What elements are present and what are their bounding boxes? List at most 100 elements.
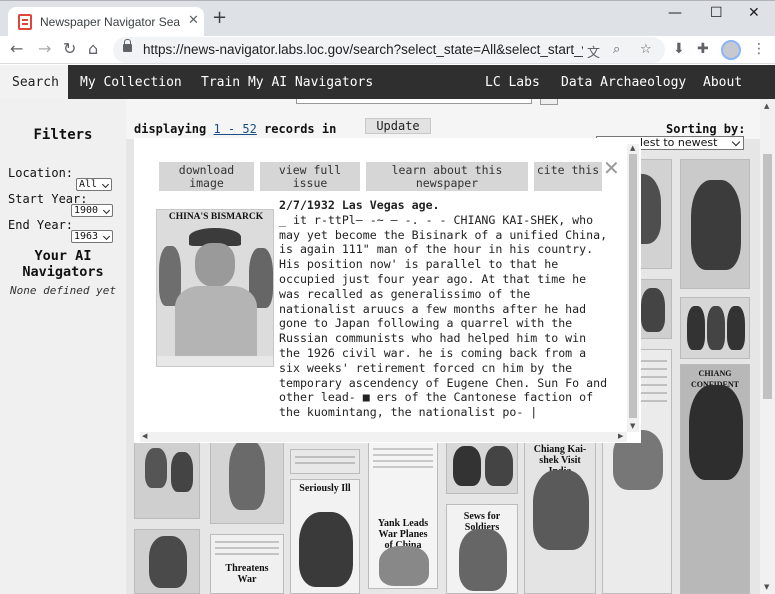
modal-scrollbar[interactable]: ▲ ▼ <box>627 144 639 432</box>
thumbnail-photo <box>229 440 265 510</box>
portrait-face <box>195 243 235 287</box>
url-text[interactable]: https://news-navigator.labs.loc.gov/sear… <box>143 42 583 57</box>
result-thumbnail[interactable]: CHIANG CONFIDENT <box>680 364 750 594</box>
forward-arrow-icon[interactable]: → <box>38 39 51 58</box>
cite-button[interactable]: cite this <box>534 162 602 191</box>
thumbnail-photo <box>485 446 513 486</box>
browser-toolbar: ← → ↻ ⌂ https://news-navigator.labs.loc.… <box>0 36 775 64</box>
zoom-icon[interactable]: ⌕ <box>613 42 620 57</box>
download-icon[interactable]: ⬇ <box>673 41 685 57</box>
menu-kebab-icon[interactable]: ⋮ <box>752 41 766 57</box>
thumbnail-headline: Threatens War <box>225 563 269 585</box>
maximize-icon[interactable]: ☐ <box>710 5 723 21</box>
article-body: _ it r-ttPl— -~ — -. - - CHIANG KAI-SHEK… <box>279 212 608 420</box>
thumbnail-photo <box>687 306 705 350</box>
modal-scrollbar-thumb[interactable] <box>629 154 637 418</box>
nav-search-label: Search <box>12 75 59 90</box>
result-thumbnail[interactable] <box>446 439 518 494</box>
page-scrollbar[interactable]: ▲ ▼ <box>760 99 775 594</box>
sorting-label: Sorting by: <box>666 122 746 136</box>
location-select[interactable]: All <box>76 178 113 191</box>
search-button[interactable] <box>540 99 558 105</box>
end-year-select[interactable]: 1963 <box>71 230 114 243</box>
ocr-text: 2/7/1932 Las Vegas age. _ it r-ttPl— -~ … <box>279 198 611 420</box>
thumbnail-photo <box>145 448 167 488</box>
result-thumbnail[interactable] <box>134 529 200 594</box>
nav-train-navigators[interactable]: Train My AI Navigators <box>201 75 373 90</box>
thumbnail-photo <box>641 288 665 332</box>
clipping-modal: download image view full issue learn abo… <box>134 138 641 443</box>
update-button[interactable]: Update <box>365 118 431 134</box>
view-full-issue-button[interactable]: view full issue <box>260 162 360 191</box>
new-tab-icon[interactable]: + <box>212 9 227 27</box>
result-thumbnail[interactable] <box>134 439 200 519</box>
scrollbar-thumb[interactable] <box>763 154 772 399</box>
results-range-link[interactable]: 1 - 52 <box>213 122 256 136</box>
minimize-icon[interactable]: — <box>668 5 682 21</box>
thumbnail-photo <box>171 452 193 492</box>
modal-scroll-right-icon[interactable]: ▶ <box>618 432 623 440</box>
thumbnail-photo <box>689 385 743 480</box>
scroll-up-icon[interactable]: ▲ <box>764 102 769 110</box>
tab-title: Newspaper Navigator Search R <box>40 15 180 29</box>
result-thumbnail[interactable]: Chiang Kai-shek Visit India <box>524 439 596 594</box>
window-close-icon[interactable]: ✕ <box>748 5 760 21</box>
tab-close-icon[interactable]: ✕ <box>188 13 199 28</box>
results-header: displaying 1 - 52 records in Update Sort… <box>126 99 760 139</box>
loc-favicon-icon <box>18 14 32 30</box>
extensions-puzzle-icon[interactable]: ✚ <box>697 41 709 57</box>
thumbnail-photo <box>707 306 725 350</box>
modal-scroll-up-icon[interactable]: ▲ <box>630 144 635 152</box>
modal-h-scrollbar[interactable]: ◀ ▶ <box>140 432 627 442</box>
results-count-suffix: records in <box>264 122 337 136</box>
modal-close-icon[interactable]: ✕ <box>603 156 620 180</box>
lock-icon <box>123 39 132 52</box>
nav-about[interactable]: About <box>703 75 742 90</box>
bookmark-star-icon[interactable]: ☆ <box>640 42 652 57</box>
result-thumbnail[interactable] <box>290 449 360 474</box>
results-count-prefix: displaying <box>134 122 207 136</box>
profile-avatar[interactable] <box>721 40 741 60</box>
scroll-down-icon[interactable]: ▼ <box>764 583 769 591</box>
back-arrow-icon[interactable]: ← <box>10 39 23 58</box>
learn-newspaper-button[interactable]: learn about this newspaper <box>366 162 528 191</box>
filters-title: Filters <box>33 127 93 143</box>
browser-tab[interactable]: Newspaper Navigator Search R ✕ <box>8 7 204 37</box>
search-input[interactable] <box>296 99 532 104</box>
thumbnail-photo <box>453 446 481 486</box>
result-thumbnail[interactable] <box>680 159 750 289</box>
download-image-button[interactable]: download image <box>159 162 254 191</box>
results-count: displaying 1 - 52 records in <box>134 122 336 136</box>
result-thumbnail[interactable] <box>210 429 284 524</box>
result-thumbnail[interactable]: Yank Leads War Planes of China <box>368 439 438 589</box>
address-bar[interactable]: https://news-navigator.labs.loc.gov/sear… <box>113 37 665 63</box>
nav-data-archaeology[interactable]: Data Archaeology <box>561 75 686 90</box>
reload-icon[interactable]: ↻ <box>63 39 76 58</box>
ai-navigators-empty: None defined yet <box>10 284 116 297</box>
result-thumbnail[interactable]: Threatens War <box>210 534 284 594</box>
result-thumbnail[interactable]: Sews for Soldiers <box>446 504 518 594</box>
clipping-caption <box>157 356 273 366</box>
result-thumbnail[interactable] <box>680 297 750 359</box>
newspaper-clipping-image: CHINA'S BISMARCK <box>156 209 274 367</box>
thumbnail-photo <box>379 546 429 586</box>
nav-lc-labs[interactable]: LC Labs <box>485 75 540 90</box>
portrait-coat <box>175 286 257 356</box>
result-thumbnail[interactable]: Seriously Ill <box>290 479 360 594</box>
article-date: 2/7/1932 Las Vegas age. <box>279 198 440 212</box>
site-nav: Search My Collection Train My AI Navigat… <box>0 65 775 99</box>
end-year-label: End Year: <box>8 218 74 232</box>
filters-sidebar: Filters Location: All Start Year: 1900 E… <box>0 99 126 594</box>
modal-scroll-down-icon[interactable]: ▼ <box>630 422 635 430</box>
clipping-headline: CHINA'S BISMARCK <box>168 212 264 222</box>
location-label: Location: <box>8 166 74 180</box>
home-icon[interactable]: ⌂ <box>88 39 98 58</box>
thumbnail-photo <box>299 512 353 587</box>
translate-icon[interactable]: 文 <box>587 42 600 61</box>
browser-tab-bar: Newspaper Navigator Search R ✕ + — ☐ ✕ <box>0 0 775 37</box>
start-year-select[interactable]: 1900 <box>71 204 114 217</box>
modal-scroll-left-icon[interactable]: ◀ <box>142 432 147 440</box>
thumbnail-photo <box>691 180 741 270</box>
nav-search[interactable]: Search <box>0 65 68 99</box>
nav-my-collection[interactable]: My Collection <box>80 75 182 90</box>
